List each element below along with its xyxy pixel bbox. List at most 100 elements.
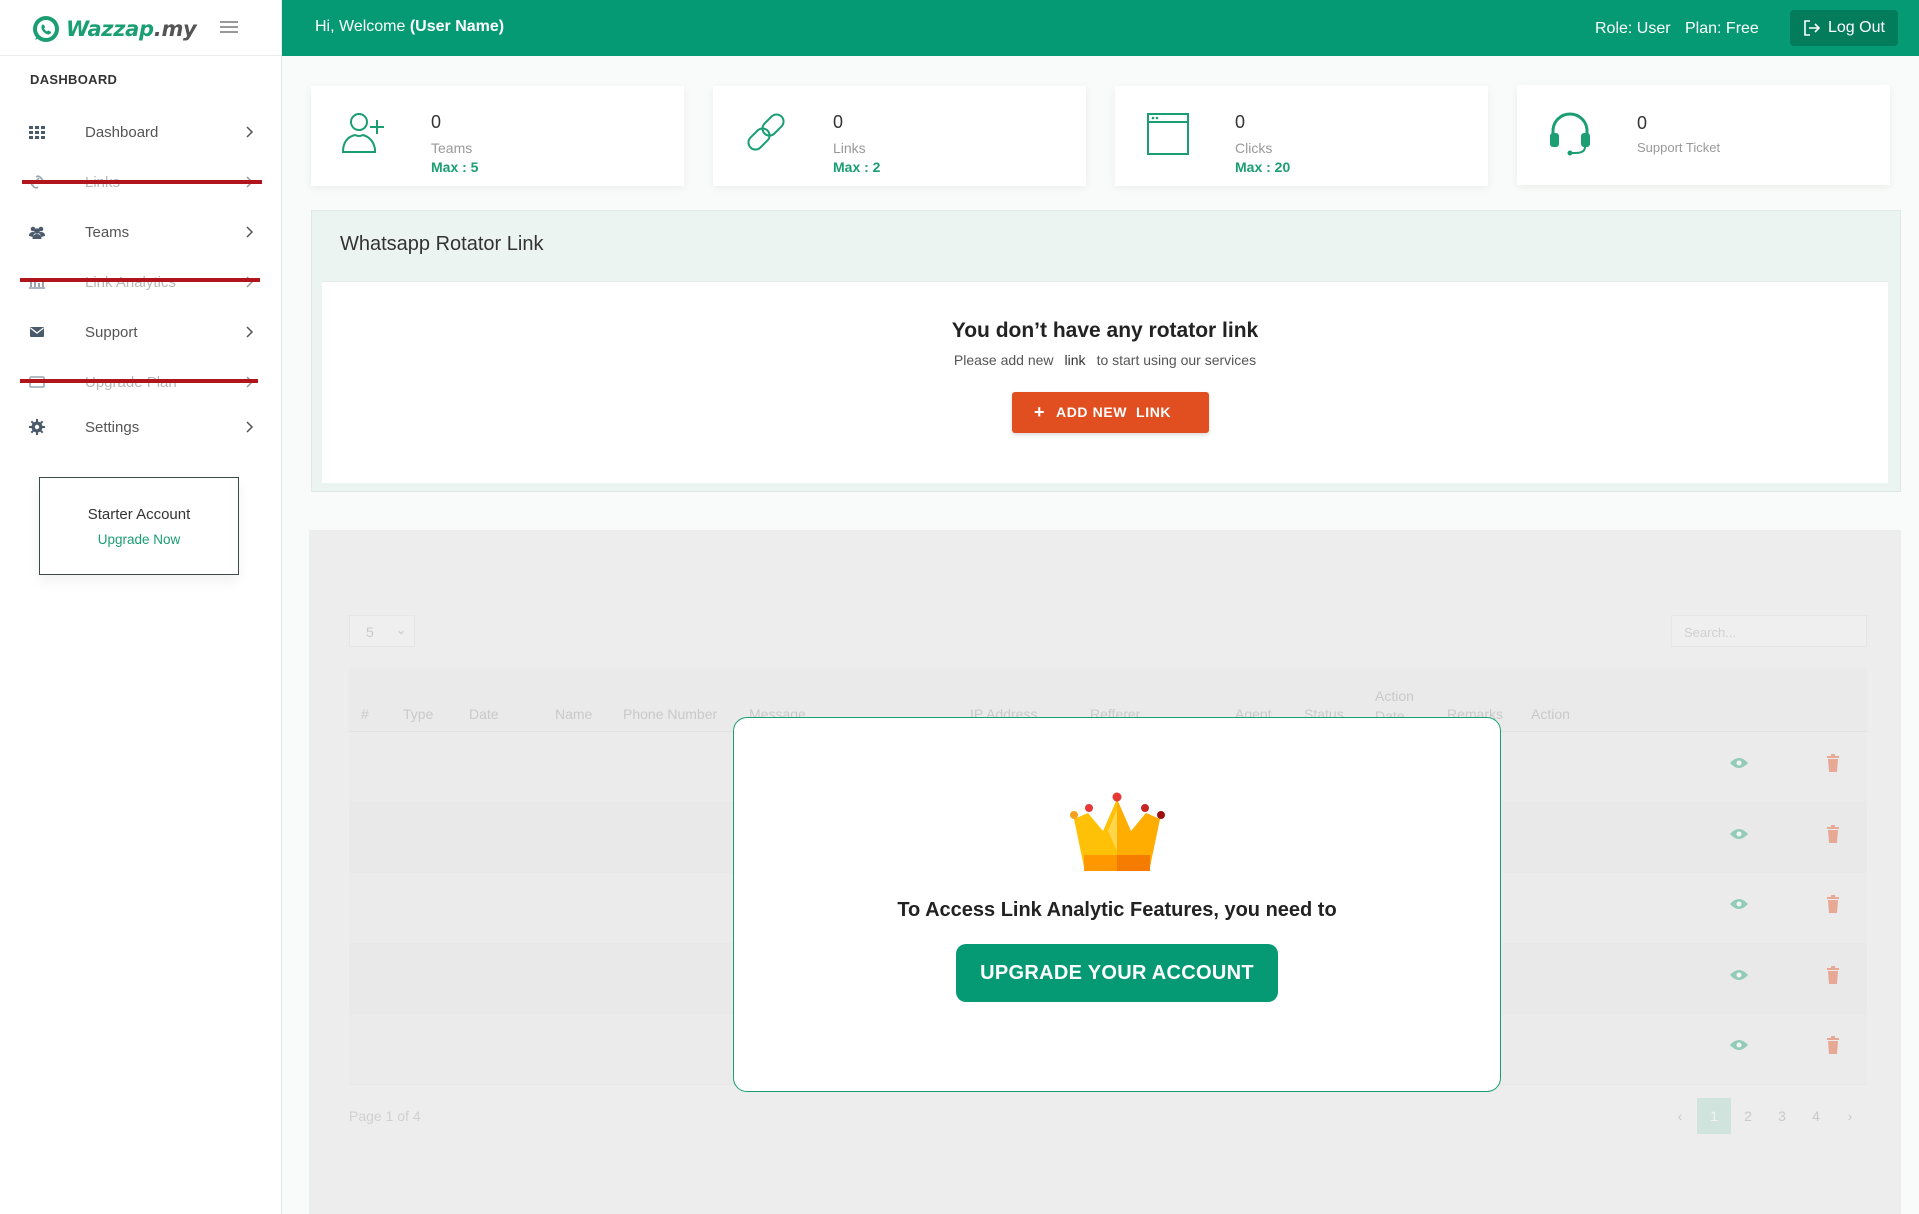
logout-icon xyxy=(1804,20,1821,36)
user-role: Role: User xyxy=(1595,20,1671,37)
column-header[interactable]: Date xyxy=(469,706,499,722)
stat-card-clicks: 0 Clicks Max : 20 xyxy=(1115,86,1488,186)
stat-card-support-ticket: 0 Support Ticket xyxy=(1517,85,1890,185)
chevron-right-icon xyxy=(246,126,254,138)
column-header[interactable]: # xyxy=(361,706,369,722)
welcome-prefix: Hi, Welcome xyxy=(315,18,410,35)
sidebar-item-upgrade-plan[interactable]: Upgrade Plan xyxy=(0,362,282,402)
hamburger-menu-icon[interactable] xyxy=(220,18,238,36)
plus-icon: + xyxy=(1034,402,1046,422)
chevron-right-icon xyxy=(246,421,254,433)
sidebar-item-links[interactable]: Links xyxy=(0,162,282,202)
add-new-link-label: ADD NEW LINK xyxy=(1056,404,1172,420)
users-icon xyxy=(29,226,45,239)
column-header[interactable]: Phone Number xyxy=(623,706,717,722)
logo[interactable]: Wazzap.my xyxy=(30,13,197,45)
stat-label: Support Ticket xyxy=(1637,140,1721,155)
stat-label: Clicks xyxy=(1235,140,1273,156)
upgrade-now-link[interactable]: Upgrade Now xyxy=(40,532,238,547)
strike-through-line xyxy=(20,379,258,383)
empty-state-subtitle: Please add new link to start using our ser… xyxy=(322,352,1888,368)
sidebar-item-dashboard[interactable]: Dashboard xyxy=(0,112,282,152)
envelope-icon xyxy=(30,327,44,337)
page-button[interactable]: 4 xyxy=(1799,1098,1833,1134)
trash-icon[interactable] xyxy=(1826,965,1840,984)
page-info: Page 1 of 4 xyxy=(349,1108,421,1124)
stat-label: Teams xyxy=(431,140,473,156)
chevron-right-icon xyxy=(246,226,254,238)
stat-card-teams: 0 Teams Max : 5 xyxy=(311,86,684,186)
sidebar-item-label: Settings xyxy=(85,419,140,436)
crown-icon xyxy=(1070,792,1165,871)
upgrade-message: To Access Link Analytic Features, you ne… xyxy=(897,899,1337,921)
logo-bar: Wazzap.my xyxy=(0,0,281,56)
sidebar-item-label: Support xyxy=(85,324,138,341)
empty-sub-link: link xyxy=(1064,352,1086,368)
next-page-icon[interactable]: › xyxy=(1833,1098,1867,1134)
user-plan: Plan: Free xyxy=(1685,20,1759,37)
gear-icon xyxy=(29,419,45,435)
column-header[interactable]: Name xyxy=(555,706,592,722)
chain-link-icon xyxy=(747,113,785,151)
user-name: (User Name) xyxy=(409,18,505,35)
chevron-right-icon xyxy=(246,326,254,338)
trash-icon[interactable] xyxy=(1826,1036,1840,1054)
stat-value: 0 xyxy=(833,112,844,132)
stat-value: 0 xyxy=(1637,113,1648,133)
welcome-message: Hi, Welcome (User Name) xyxy=(315,18,504,36)
page-button[interactable]: 1 xyxy=(1697,1098,1731,1134)
trash-icon[interactable] xyxy=(1826,824,1840,843)
stat-max: Max : 20 xyxy=(1235,159,1291,175)
add-new-link-button[interactable]: + ADD NEW LINK xyxy=(1012,392,1209,433)
chart-icon xyxy=(29,279,45,289)
chevron-down-icon: ⌄ xyxy=(396,623,407,637)
browser-window-icon xyxy=(1147,113,1189,155)
empty-sub-prefix: Please add new xyxy=(953,352,1054,368)
logout-button[interactable]: Log Out xyxy=(1790,10,1898,46)
strike-through-line xyxy=(22,180,262,184)
sidebar: Wazzap.my DASHBOARD Dashboard Links Team… xyxy=(0,0,282,1214)
eye-icon[interactable] xyxy=(1729,968,1749,982)
trash-icon[interactable] xyxy=(1826,754,1840,772)
logout-label: Log Out xyxy=(1828,19,1885,36)
plan-card: Starter Account Upgrade Now xyxy=(39,477,239,575)
upgrade-account-button[interactable]: UPGRADE YOUR ACCOUNT xyxy=(956,944,1278,1002)
upgrade-modal: To Access Link Analytic Features, you ne… xyxy=(733,717,1501,1092)
trash-icon[interactable] xyxy=(1826,895,1840,913)
stat-value: 0 xyxy=(431,112,442,132)
column-header[interactable]: Action xyxy=(1531,706,1570,722)
whatsapp-logo-icon xyxy=(33,16,59,42)
sidebar-item-support[interactable]: Support xyxy=(0,312,282,352)
rotator-link-panel: Whatsapp Rotator Link You don’t have any… xyxy=(311,210,1901,492)
grid-icon xyxy=(29,126,45,139)
stat-max: Max : 5 xyxy=(431,159,479,175)
sidebar-item-teams[interactable]: Teams xyxy=(0,212,282,252)
empty-state-title: You don’t have any rotator link xyxy=(951,319,1259,342)
add-user-icon xyxy=(341,113,384,153)
stat-max: Max : 2 xyxy=(833,159,881,175)
page-button[interactable]: 2 xyxy=(1731,1098,1765,1134)
prev-page-icon[interactable]: ‹ xyxy=(1663,1098,1697,1134)
table-search-input[interactable]: Search... xyxy=(1671,615,1867,647)
sidebar-item-label: Dashboard xyxy=(85,124,159,141)
eye-icon[interactable] xyxy=(1729,756,1749,770)
sidebar-item-label: Link Analytics xyxy=(85,274,176,291)
eye-icon[interactable] xyxy=(1729,897,1749,911)
page-button[interactable]: 3 xyxy=(1765,1098,1799,1134)
column-header[interactable]: Type xyxy=(403,706,433,722)
stat-card-links: 0 Links Max : 2 xyxy=(713,86,1086,186)
headset-icon xyxy=(1550,112,1590,156)
plan-name: Starter Account xyxy=(87,506,191,523)
logo-text: Wazzap xyxy=(66,17,154,41)
page-size-select[interactable]: 5 ⌄ xyxy=(349,615,415,647)
strike-through-line xyxy=(20,278,260,282)
eye-icon[interactable] xyxy=(1729,1038,1749,1052)
nav-heading: DASHBOARD xyxy=(30,72,118,87)
sidebar-item-link-analytics[interactable]: Link Analytics xyxy=(0,262,282,302)
stat-label: Links xyxy=(833,140,866,156)
sidebar-item-settings[interactable]: Settings xyxy=(0,407,282,447)
page-size-value: 5 xyxy=(366,624,374,640)
sidebar-item-label: Teams xyxy=(85,224,130,241)
eye-icon[interactable] xyxy=(1729,827,1749,841)
rotator-panel-title: Whatsapp Rotator Link xyxy=(340,233,544,255)
